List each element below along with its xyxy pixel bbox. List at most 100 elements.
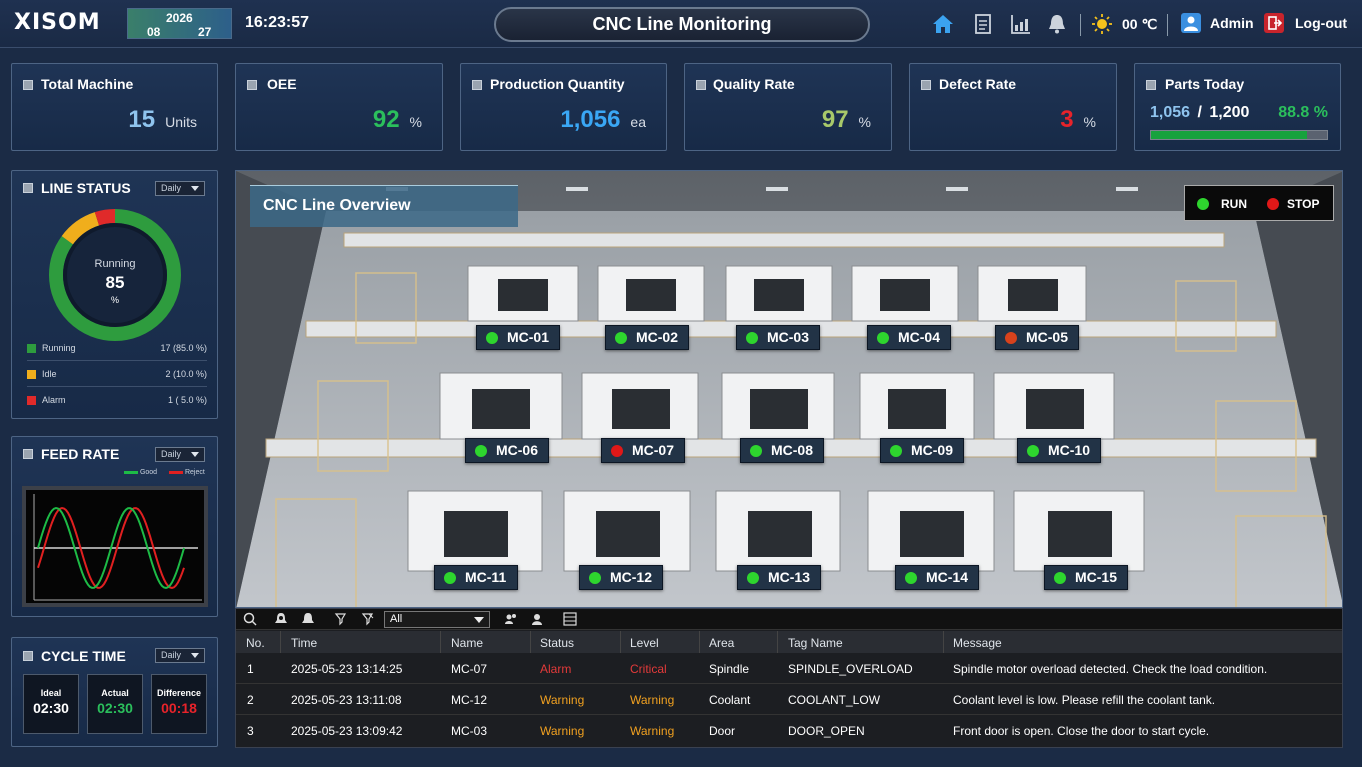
machine-name: MC-12 (610, 569, 653, 585)
machine-name: MC-14 (926, 569, 969, 585)
col-time[interactable]: Time (291, 636, 317, 650)
cell-status: Warning (540, 693, 585, 707)
cell-level: Warning (630, 724, 675, 738)
ideal-value: 02:30 (33, 700, 69, 716)
kpi-value: 15 (128, 106, 156, 133)
machine-status-icon (1005, 332, 1017, 344)
actual-box: Actual 02:30 (87, 674, 143, 734)
logout-icon[interactable] (1264, 13, 1284, 33)
difference-box: Difference 00:18 (151, 674, 207, 734)
table-row[interactable]: 3 2025-05-23 13:09:42 MC-03 Warning Warn… (236, 716, 1342, 746)
machine-label-mc-07[interactable]: MC-07 (601, 438, 685, 463)
machine-name: MC-11 (465, 569, 507, 585)
table-row[interactable]: 1 2025-05-23 13:14:25 MC-07 Alarm Critic… (236, 654, 1342, 684)
user-icon[interactable] (530, 612, 544, 626)
col-status[interactable]: Status (540, 636, 574, 650)
machine-label-mc-09[interactable]: MC-09 (880, 438, 964, 463)
cell-status: Warning (540, 724, 585, 738)
cell-message: Spindle motor overload detected. Check t… (953, 662, 1268, 676)
legend-swatch-good (124, 470, 138, 474)
machine-label-mc-04[interactable]: MC-04 (867, 325, 951, 350)
stop-label: STOP (1287, 197, 1320, 211)
top-bar: XISOM 2026 08 27 16:23:57 CNC Line Monit… (0, 0, 1362, 48)
machine-label-mc-15[interactable]: MC-15 (1044, 565, 1128, 590)
line-status-panel: LINE STATUS Daily Running 85 % Running 17… (11, 170, 218, 419)
legend-label: Idle (42, 369, 57, 379)
cell-name: MC-12 (451, 693, 488, 707)
machine-label-mc-01[interactable]: MC-01 (476, 325, 560, 350)
difference-label: Difference (156, 688, 201, 698)
user-name[interactable]: Admin (1210, 15, 1254, 31)
line-status-period-select[interactable]: Daily (155, 181, 205, 196)
col-level[interactable]: Level (630, 636, 659, 650)
line-overview-viewport[interactable]: CNC Line Overview RUN STOP MC-01 MC-02 M… (235, 170, 1343, 608)
cell-time: 2025-05-23 13:09:42 (291, 724, 403, 738)
kpi-unit: Units (165, 114, 197, 130)
search-icon[interactable] (243, 612, 257, 626)
machine-name: MC-13 (768, 569, 811, 585)
feed-rate-period-select[interactable]: Daily (155, 447, 205, 462)
alarm-table-header: No. Time Name Status Level Area Tag Name… (236, 631, 1342, 653)
filter-icon[interactable] (333, 612, 347, 626)
col-tag[interactable]: Tag Name (788, 636, 843, 650)
machine-label-mc-10[interactable]: MC-10 (1017, 438, 1101, 463)
card-marker (23, 449, 33, 459)
date-day: 27 (198, 25, 212, 39)
user-group-icon[interactable] (504, 612, 518, 626)
machine-status-icon (877, 332, 889, 344)
bell-icon[interactable] (1046, 13, 1068, 35)
kpi-card-production-quantity: Production Quantity 1,056 ea (460, 63, 667, 151)
parts-separator: / (1197, 104, 1202, 121)
machine-status-icon (475, 445, 487, 457)
col-message[interactable]: Message (953, 636, 1002, 650)
col-area[interactable]: Area (709, 636, 734, 650)
cycle-time-period-select[interactable]: Daily (155, 648, 205, 663)
legend-reject-label: Reject (184, 469, 205, 476)
legend-value: 2 (10.0 %) (165, 369, 207, 379)
card-title: Production Quantity (490, 76, 625, 92)
analytics-icon[interactable] (1010, 13, 1032, 35)
machine-label-mc-12[interactable]: MC-12 (579, 565, 663, 590)
machine-label-mc-03[interactable]: MC-03 (736, 325, 820, 350)
logo: XISOM (14, 10, 101, 35)
parts-target: 1,200 (1209, 104, 1250, 121)
machine-label-mc-02[interactable]: MC-02 (605, 325, 689, 350)
machine-label-mc-05[interactable]: MC-05 (995, 325, 1079, 350)
parts-progress-bar (1150, 130, 1328, 140)
alarm-ack-icon[interactable] (274, 612, 288, 626)
machine-status-icon (1054, 572, 1066, 584)
machine-label-mc-06[interactable]: MC-06 (465, 438, 549, 463)
card-marker (23, 183, 33, 193)
col-no[interactable]: No. (246, 636, 265, 650)
filter-clear-icon[interactable] (360, 612, 374, 626)
legend-swatch (27, 370, 36, 379)
machine-label-mc-11[interactable]: MC-11 (434, 565, 518, 590)
cell-message: Coolant level is low. Please refill the … (953, 693, 1216, 707)
card-title: Total Machine (41, 76, 134, 92)
feed-rate-legend: Good Reject (124, 469, 205, 476)
legend-swatch (27, 396, 36, 405)
divider (1167, 14, 1168, 36)
difference-value: 00:18 (161, 700, 197, 716)
logout-button[interactable]: Log-out (1295, 15, 1347, 31)
machine-status-icon (905, 572, 917, 584)
table-row[interactable]: 2 2025-05-23 13:11:08 MC-12 Warning Warn… (236, 685, 1342, 715)
machine-label-mc-13[interactable]: MC-13 (737, 565, 821, 590)
parts-progress-fill (1151, 131, 1308, 139)
legend-value: 17 (85.0 %) (160, 343, 207, 353)
report-icon[interactable] (972, 13, 994, 35)
home-icon[interactable] (932, 13, 954, 35)
machine-label-mc-08[interactable]: MC-08 (740, 438, 824, 463)
kpi-value: 97 (821, 106, 849, 133)
table-settings-icon[interactable] (563, 612, 577, 626)
legend-alarm: Alarm 1 ( 5.0 %) (27, 389, 207, 413)
cell-no: 2 (247, 693, 254, 707)
alarm-filter-select[interactable]: All (384, 611, 490, 628)
legend-label: Alarm (42, 395, 66, 405)
col-name[interactable]: Name (451, 636, 483, 650)
machine-name: MC-05 (1026, 329, 1069, 345)
bell-icon[interactable] (301, 612, 315, 626)
machine-label-mc-14[interactable]: MC-14 (895, 565, 979, 590)
cell-name: MC-07 (451, 662, 488, 676)
legend-good-label: Good (139, 469, 158, 476)
